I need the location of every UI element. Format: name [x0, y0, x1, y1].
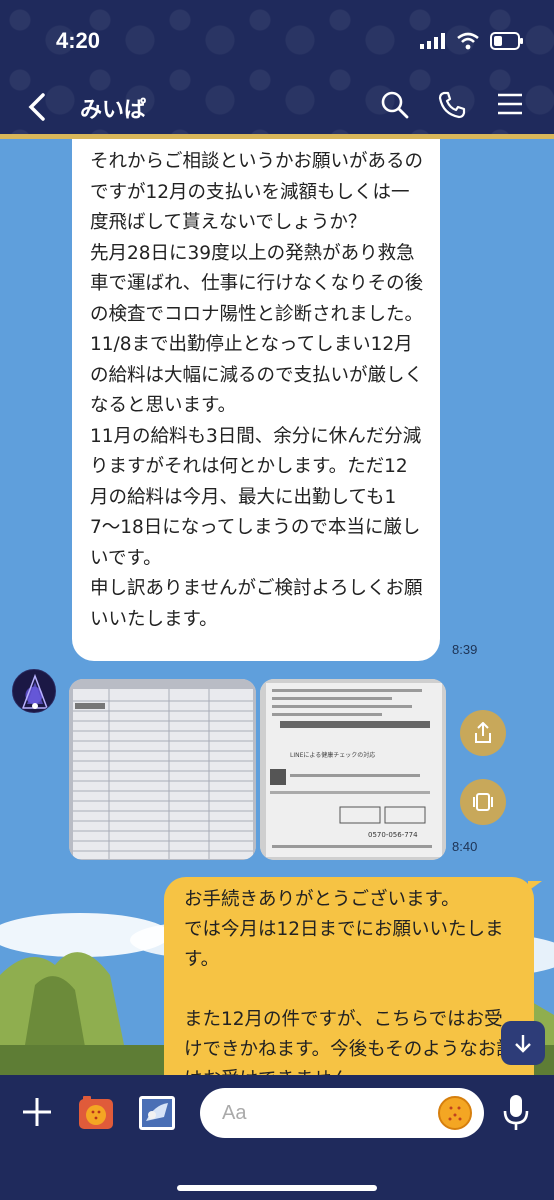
arrow-down-icon	[515, 1035, 531, 1053]
camera-button[interactable]	[78, 1095, 114, 1135]
scroll-down-button[interactable]	[501, 1021, 545, 1065]
avatar[interactable]	[12, 669, 56, 713]
battery-icon	[490, 32, 523, 50]
status-time: 4:20	[56, 28, 101, 53]
wifi-icon	[457, 32, 479, 50]
shared-photo-notice[interactable]: LINEによる健康チェックの対応 0570-056-774	[260, 679, 446, 860]
menu-icon	[498, 93, 522, 115]
photo-button[interactable]	[138, 1095, 176, 1135]
notice-phone: 0570-056-774	[368, 831, 418, 839]
home-indicator	[177, 1185, 377, 1191]
input-bar: Aa	[0, 1075, 554, 1200]
photo-document-notice: LINEによる健康チェックの対応 0570-056-774	[260, 679, 446, 860]
photo-time: 8:40	[452, 839, 478, 854]
call-button[interactable]	[437, 90, 467, 124]
outgoing-message[interactable]: お手続きありがとうございます。 では今月は12日までにお願いいたします。 また1…	[164, 877, 542, 1075]
chat-area[interactable]: それからご相談というかお願いがあるのですが12月の支払いを減額もしくは一度飛ばし…	[0, 139, 554, 1075]
view-album-button[interactable]	[460, 779, 506, 825]
incoming-message[interactable]: それからご相談というかお願いがあるのですが12月の支払いを減額もしくは一度飛ばし…	[72, 139, 440, 661]
chevron-left-icon	[28, 93, 45, 121]
search-icon	[381, 91, 409, 119]
back-button[interactable]	[26, 92, 48, 126]
microphone-icon	[503, 1095, 529, 1130]
sticker-icon	[438, 1096, 472, 1130]
message-time: 8:39	[452, 642, 478, 657]
menu-button[interactable]	[496, 90, 524, 122]
photo-document-table	[69, 679, 256, 860]
shared-photo-spreadsheet[interactable]	[69, 679, 256, 860]
notice-heading: LINEによる健康チェックの対応	[290, 751, 375, 759]
avatar-image	[21, 673, 49, 709]
phone-icon	[438, 91, 466, 119]
gallery-icon	[473, 793, 493, 811]
signal-icon	[420, 33, 445, 49]
emoji-button[interactable]	[437, 1095, 473, 1135]
share-icon	[475, 722, 491, 743]
voice-button[interactable]	[502, 1093, 530, 1137]
search-button[interactable]	[380, 90, 410, 124]
add-button[interactable]	[20, 1095, 54, 1133]
share-button[interactable]	[460, 710, 506, 756]
chat-title: みいぱ	[80, 98, 147, 123]
plus-icon	[23, 1098, 51, 1126]
status-icons	[420, 32, 524, 50]
camera-icon	[79, 1096, 113, 1129]
image-icon	[139, 1096, 175, 1130]
